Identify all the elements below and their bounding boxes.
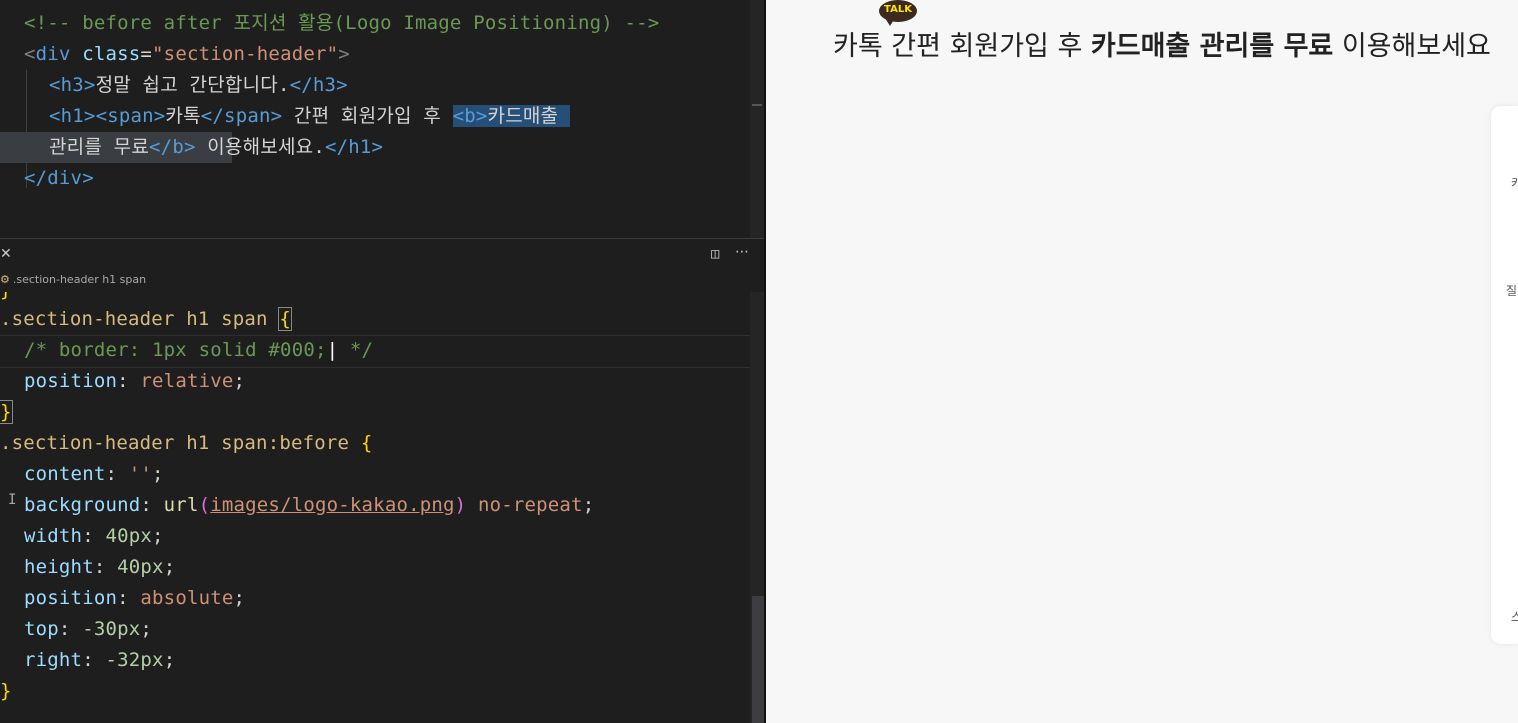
code-line-decl: position: relative; xyxy=(24,370,246,392)
code-line-decl: right: -32px; xyxy=(24,649,176,671)
css-property: content xyxy=(24,463,106,485)
h1-open-tag: <h1> xyxy=(49,105,96,127)
brace: } xyxy=(0,400,13,424)
tag-bracket: > xyxy=(338,43,350,65)
css-selector: .section-header h1 span xyxy=(0,308,280,330)
code-line-rule2-selector: .section-header h1 span:before { xyxy=(0,428,372,459)
css-property: background xyxy=(24,494,141,516)
b-text: 관리를 무료 xyxy=(49,136,150,158)
css-value: 40px xyxy=(117,556,164,578)
css-property: width xyxy=(24,525,83,547)
span-open-tag: <span> xyxy=(95,105,166,127)
code-line-h1-cont: 관리를 무료</b> 이용해보세요.</h1> xyxy=(49,132,383,163)
title-text-tail: 이용해보세요 xyxy=(1333,31,1491,62)
h1-text: 간편 회원가입 후 xyxy=(282,105,453,127)
attr-value: "section-header" xyxy=(152,43,339,65)
css-property: right xyxy=(24,649,83,671)
page-title: 카톡 간편 회원가입 후 카드매출 관리를 무료 이용해보세요 xyxy=(833,24,1491,63)
css-url-link[interactable]: images/logo-kakao.png xyxy=(210,494,454,516)
browser-preview: TALK 카톡 간편 회원가입 후 카드매출 관리를 무료 이용해보세요 카 질… xyxy=(767,0,1518,723)
text-cursor: | xyxy=(326,339,339,361)
title-text: 카톡 간편 회원가입 후 xyxy=(833,31,1091,62)
attr-name: class xyxy=(70,43,141,65)
scroll-marker xyxy=(752,104,762,106)
title-bold-text: 카드매출 관리를 무료 xyxy=(1090,31,1334,62)
card-text-fragment: 스 xyxy=(1511,610,1518,624)
code-line-decl: width: 40px; xyxy=(24,525,164,547)
h1-tail-text: 이용해보세요. xyxy=(195,136,325,158)
code-line-div-open: <div class="section-header"> xyxy=(24,39,350,70)
css-selector: .section-header h1 span:before xyxy=(0,432,361,454)
b-open-tag: <b> xyxy=(452,105,488,127)
card-text-fragment: 카 xyxy=(1511,176,1518,190)
code-line-rule2-close: } xyxy=(0,676,12,707)
panel-header xyxy=(0,238,766,269)
split-editor-icon[interactable]: ◫ xyxy=(711,246,719,262)
scrollbar-thumb[interactable] xyxy=(752,596,764,723)
brace: } xyxy=(0,680,12,702)
css-value: '' xyxy=(128,463,153,485)
css-property: height xyxy=(24,556,94,578)
b-close-tag: </b> xyxy=(149,136,196,158)
code-editor[interactable]: <!-- before after 포지션 활용(Logo Image Posi… xyxy=(0,0,766,723)
css-value: relative xyxy=(140,370,234,392)
code-line-decl: content: ''; xyxy=(24,463,164,485)
tag-bracket: < xyxy=(24,43,36,65)
code-line-decl: position: absolute; xyxy=(24,587,246,609)
brace: { xyxy=(360,432,373,454)
code-line-h3: <h3>정말 쉽고 간단합니다.</h3> xyxy=(49,70,348,101)
html-editor-pane[interactable]: <!-- before after 포지션 활용(Logo Image Posi… xyxy=(0,0,750,238)
attr-eq: = xyxy=(140,43,153,65)
css-property: position xyxy=(24,370,118,392)
preview-card: 카 질 스 xyxy=(1491,106,1518,644)
html-comment: <!-- before after 포지션 활용(Logo Image Posi… xyxy=(24,12,660,34)
code-line-rule1-selector: .section-header h1 span { xyxy=(0,304,292,335)
code-line-decl: background: url(images/logo-kakao.png) n… xyxy=(24,494,595,516)
css-property: top xyxy=(24,618,59,640)
css-property: position xyxy=(24,587,118,609)
div-close-tag: </div> xyxy=(24,167,94,189)
code-line-rule1-close: } xyxy=(0,397,13,428)
brace: } xyxy=(0,292,12,301)
css-value: no-repeat xyxy=(477,494,583,516)
code-line-div-close: </div> xyxy=(24,163,94,194)
code-line-decl: top: -30px; xyxy=(24,618,153,640)
b-text: 카드매출 xyxy=(487,105,570,127)
h1-close-tag: </h1> xyxy=(324,136,384,158)
brace: { xyxy=(278,307,292,331)
code-line-comment: <!-- before after 포지션 활용(Logo Image Posi… xyxy=(24,8,659,39)
h3-open-tag: <h3> xyxy=(49,74,96,96)
more-actions-icon[interactable]: ⋯ xyxy=(735,244,749,260)
split-divider[interactable] xyxy=(764,0,766,723)
css-function: url xyxy=(163,494,199,516)
css-value: -30px xyxy=(82,618,141,640)
css-value: -32px xyxy=(105,649,164,671)
css-value: absolute xyxy=(140,587,234,609)
css-selector-icon: ⚙ xyxy=(0,273,10,286)
css-comment-end: */ xyxy=(338,339,374,361)
breadcrumb-path[interactable]: .section-header h1 span xyxy=(13,273,146,286)
close-icon[interactable]: ✕ xyxy=(0,246,12,262)
h3-text: 정말 쉽고 간단합니다. xyxy=(95,74,290,96)
text-cursor-ibeam: I xyxy=(8,492,17,508)
css-value: 40px xyxy=(105,525,153,547)
tag-name: div xyxy=(35,43,71,65)
code-line-comment: /* border: 1px solid #000;| */ xyxy=(24,335,373,366)
code-line-h1: <h1><span>카톡</span> 간편 회원가입 후 <b>카드매출 xyxy=(49,101,570,132)
css-comment: /* border: 1px solid #000; xyxy=(24,339,327,361)
breadcrumb: ⚙ .section-header h1 span xyxy=(0,268,766,292)
span-text: 카톡 xyxy=(165,105,201,127)
card-text-fragment: 질 xyxy=(1506,284,1518,298)
css-editor-pane[interactable]: } .section-header h1 span { /* border: 1… xyxy=(0,292,750,723)
h3-close-tag: </h3> xyxy=(289,74,348,96)
code-line-decl: height: 40px; xyxy=(24,556,176,578)
span-close-tag: </span> xyxy=(200,105,283,127)
